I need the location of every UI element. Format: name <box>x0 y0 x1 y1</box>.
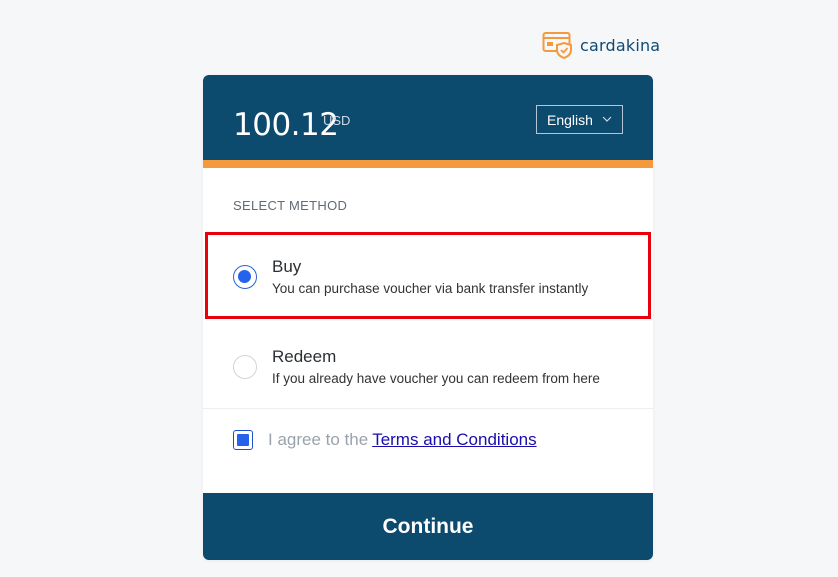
brand-logo: cardakina <box>542 31 660 59</box>
radio-buy[interactable] <box>233 265 257 289</box>
language-value: English <box>547 111 593 128</box>
continue-button[interactable]: Continue <box>203 493 653 560</box>
divider <box>203 408 653 409</box>
terms-agreement: I agree to the Terms and Conditions <box>233 430 537 450</box>
payment-card: 100.12 USD English SELECT METHOD Buy You… <box>203 75 653 560</box>
option-title: Buy <box>272 257 302 276</box>
radio-redeem[interactable] <box>233 355 257 379</box>
option-description: If you already have voucher you can rede… <box>272 371 600 386</box>
brand-name: cardakina <box>580 35 661 55</box>
option-buy[interactable]: Buy You can purchase voucher via bank tr… <box>203 231 653 317</box>
option-description: You can purchase voucher via bank transf… <box>272 281 589 296</box>
section-label: SELECT METHOD <box>233 198 348 213</box>
card-shield-icon <box>542 32 572 59</box>
language-select[interactable]: English <box>536 105 623 134</box>
terms-link[interactable]: Terms and Conditions <box>372 430 536 450</box>
currency-code: USD <box>323 113 351 128</box>
chevron-down-icon <box>602 116 612 122</box>
agree-text: I agree to the <box>268 430 369 449</box>
card-header: 100.12 USD English <box>203 75 653 168</box>
terms-checkbox[interactable] <box>233 430 253 450</box>
option-redeem[interactable]: Redeem If you already have voucher you c… <box>203 321 653 407</box>
option-title: Redeem <box>272 347 337 366</box>
